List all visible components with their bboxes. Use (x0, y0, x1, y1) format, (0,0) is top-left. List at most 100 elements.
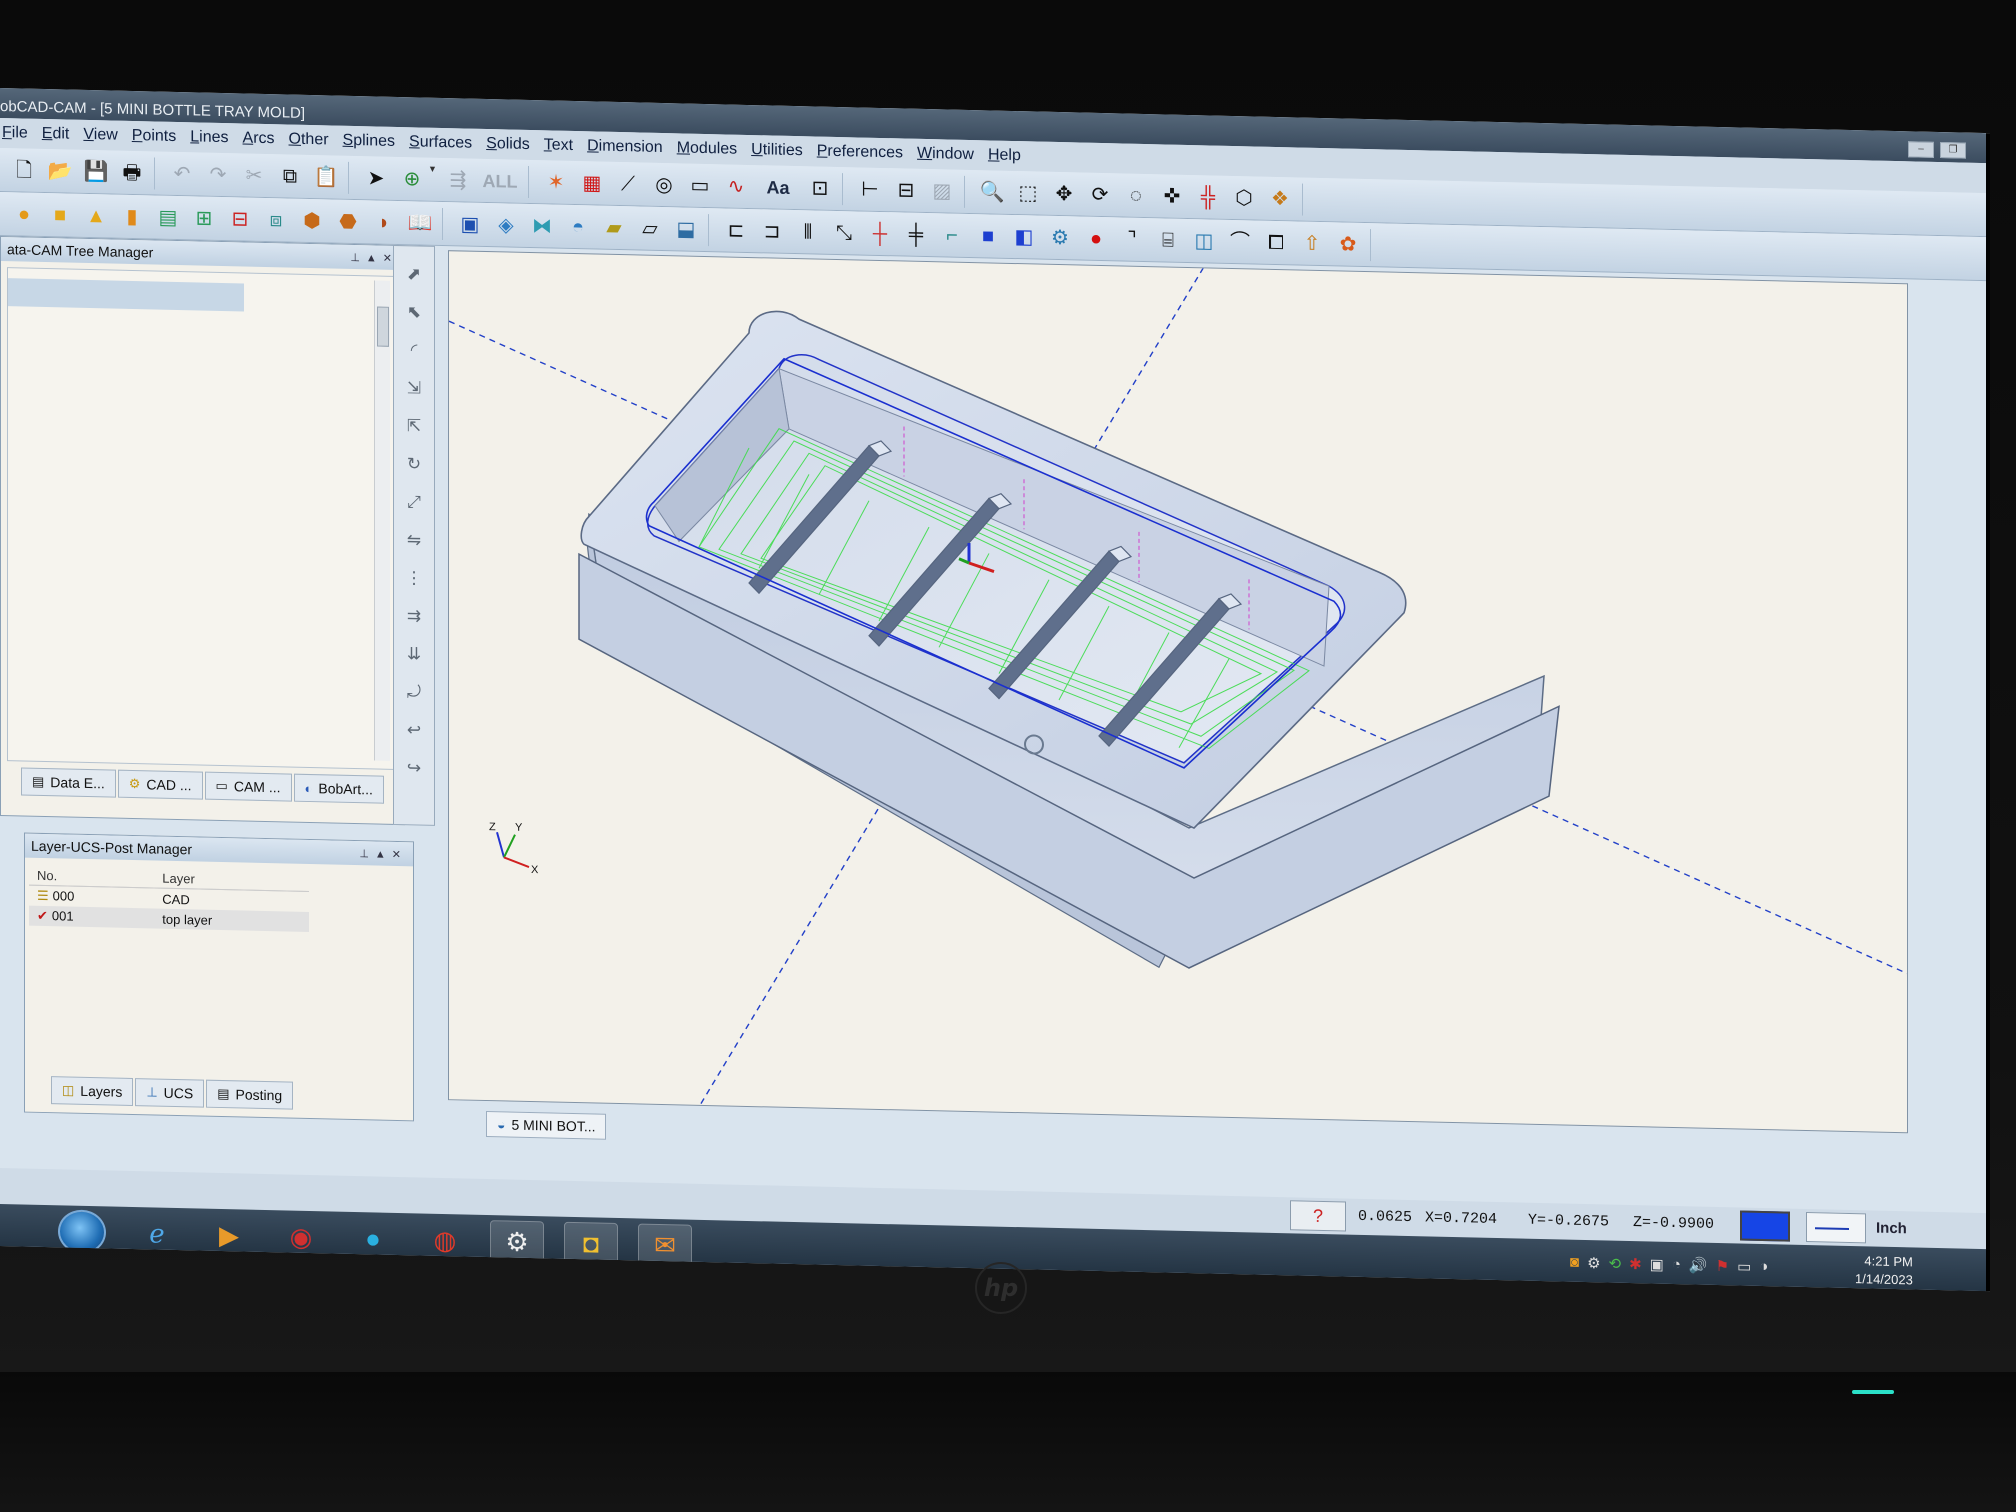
scale-icon[interactable]: ⤡ (828, 216, 860, 249)
fillet-icon[interactable]: ⬣ (332, 205, 364, 238)
redo-icon[interactable]: ↷ (202, 158, 234, 191)
panel-pin-icon[interactable]: ⊥▲✕ (359, 847, 407, 861)
cone-icon[interactable]: ▲ (80, 199, 112, 232)
print-icon[interactable]: 🖶 (116, 156, 148, 189)
rotate-view-icon[interactable]: ⟳ (1084, 178, 1116, 211)
dimension-icon[interactable]: ⊡ (804, 172, 836, 205)
tree-selected-row[interactable] (8, 278, 244, 312)
copy-icon[interactable]: ⧉ (274, 160, 306, 193)
arrange-icon[interactable]: ⊏ (720, 214, 752, 247)
restore-button[interactable]: ❐ (1940, 142, 1966, 159)
tab-layers[interactable]: ◫ Layers (51, 1076, 134, 1107)
minimize-button[interactable]: – (1908, 141, 1934, 158)
tool-icon[interactable]: ⌝ (1116, 223, 1148, 256)
pan-icon[interactable]: ✥ (1048, 177, 1080, 210)
distribute-icon[interactable]: ⊟ (890, 174, 922, 207)
line-style-dropdown[interactable] (1806, 1211, 1866, 1244)
menu-modules[interactable]: Modules (677, 139, 737, 158)
boolean-add-icon[interactable]: ⊞ (188, 202, 220, 235)
tab-data-explorer[interactable]: ▤ Data E... (21, 767, 116, 798)
menu-points[interactable]: Points (132, 127, 176, 146)
section-icon[interactable]: ⬓ (670, 213, 702, 246)
stock-icon[interactable]: ■ (972, 220, 1004, 253)
array-icon[interactable]: ⋮ (400, 564, 428, 591)
network-icon[interactable]: ▭ (1737, 1257, 1751, 1275)
menu-other[interactable]: Other (289, 131, 329, 150)
copy-transform-icon[interactable]: ⇱ (400, 412, 428, 439)
menu-splines[interactable]: Splines (343, 132, 395, 151)
tab-cad[interactable]: ⚙ CAD ... (117, 769, 203, 800)
scrollbar-thumb[interactable] (377, 306, 389, 347)
menu-solids[interactable]: Solids (486, 135, 530, 154)
rectangle-icon[interactable]: ▭ (684, 169, 716, 202)
simulate-icon[interactable]: ⚙ (1044, 221, 1076, 254)
boolean-subtract-icon[interactable]: ⊟ (224, 203, 256, 236)
point-icon[interactable]: ✶ (540, 166, 572, 199)
lasso-icon[interactable]: ◌ (1120, 179, 1152, 212)
new-file-icon[interactable]: 🗋 (8, 154, 40, 187)
grid-icon[interactable]: ╪ (900, 218, 932, 251)
menu-file[interactable]: File (2, 124, 28, 143)
mirror-icon[interactable]: ⫴ (792, 215, 824, 248)
rotate-icon[interactable]: ↻ (400, 450, 428, 477)
undo-edit-icon[interactable]: ↩ (400, 716, 428, 743)
tile-icon[interactable]: ⧠ (1260, 226, 1292, 259)
plane-icon[interactable]: ▰ (598, 211, 630, 244)
machine-icon[interactable]: ◧ (1008, 220, 1040, 253)
document-tab[interactable]: ◒ 5 MINI BOT... (486, 1111, 607, 1140)
open-folder-icon[interactable]: 📂 (44, 154, 76, 187)
align-icon[interactable]: ⊢ (854, 173, 886, 206)
shaded-view-icon[interactable]: ❖ (1264, 182, 1296, 215)
dropdown-arrow-icon[interactable]: ▼ (428, 163, 438, 195)
tab-ucs[interactable]: ⊥ UCS (135, 1078, 205, 1108)
sweep-icon[interactable]: ⧓ (526, 209, 558, 242)
3d-viewport[interactable]: Z Y X (448, 250, 1908, 1134)
loft-icon[interactable]: ◈ (490, 209, 522, 242)
app-globe-icon[interactable]: ● (346, 1217, 400, 1260)
tray-sync-icon[interactable]: ⟲ (1609, 1255, 1622, 1273)
spline-icon[interactable]: ∿ (720, 170, 752, 203)
shell-icon[interactable]: ⬢ (296, 204, 328, 237)
revolve-icon[interactable]: ◓ (562, 210, 594, 243)
menu-view[interactable]: View (83, 126, 117, 145)
menu-help[interactable]: Help (988, 146, 1021, 165)
boolean-intersect-icon[interactable]: ⧈ (260, 203, 292, 236)
undo-icon[interactable]: ↶ (166, 157, 198, 190)
panel-pin-icon[interactable]: ⊥▲✕ (350, 250, 398, 264)
hatch-icon[interactable]: ▨ (926, 175, 958, 208)
arc-edit-icon[interactable]: ◜ (400, 336, 428, 363)
volume-icon[interactable]: 🔊 (1689, 1256, 1708, 1274)
zoom-icon[interactable]: 🔍 (976, 176, 1008, 209)
menu-edit[interactable]: Edit (42, 125, 70, 144)
tree-view[interactable] (7, 267, 397, 771)
tab-posting[interactable]: ▤ Posting (206, 1079, 294, 1110)
move-icon[interactable]: ⇲ (400, 374, 428, 401)
cylinder-icon[interactable]: ▮ (116, 200, 148, 233)
tray-monitor-icon[interactable]: ▣ (1650, 1255, 1664, 1273)
tray-security-icon[interactable]: ✱ (1629, 1255, 1642, 1273)
power-icon[interactable]: ◑ (1759, 1258, 1768, 1276)
trim-icon[interactable]: ┼ (864, 217, 896, 250)
outlook-icon[interactable]: ✉ (638, 1223, 692, 1267)
chamfer-icon[interactable]: ◗ (368, 206, 400, 239)
node-edit-icon[interactable]: ⬉ (400, 298, 428, 325)
app-gear-icon[interactable]: ⚙ (490, 1220, 544, 1264)
circle-icon[interactable]: ◎ (648, 168, 680, 201)
select-arrow-icon[interactable]: ➤ (360, 162, 392, 195)
add-point-icon[interactable]: ⊕ (396, 162, 428, 195)
chrome-icon[interactable]: ◍ (418, 1218, 472, 1261)
menu-utilities[interactable]: Utilities (751, 141, 803, 160)
book-icon[interactable]: 📖 (404, 207, 436, 240)
action-center-flag-icon[interactable]: ⚑ (1716, 1257, 1729, 1275)
cube-view-icon[interactable]: ⬡ (1228, 181, 1260, 214)
project-icon[interactable]: ⇊ (400, 640, 428, 667)
flat-surface-icon[interactable]: ▱ (634, 212, 666, 245)
menu-lines[interactable]: Lines (190, 128, 228, 147)
line-icon[interactable]: ⟋ (612, 167, 644, 200)
select-icon[interactable]: ⬈ (400, 260, 428, 287)
offset-transform-icon[interactable]: ⇉ (400, 602, 428, 629)
menu-dimension[interactable]: Dimension (587, 137, 663, 157)
help-icon[interactable]: ? (1290, 1200, 1346, 1232)
save-icon[interactable]: 💾 (80, 155, 112, 188)
menu-preferences[interactable]: Preferences (817, 143, 903, 163)
